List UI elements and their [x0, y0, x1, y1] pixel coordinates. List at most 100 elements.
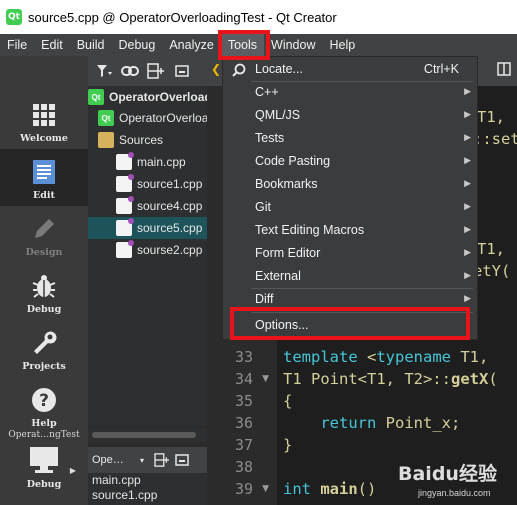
menu-edit[interactable]: Edit: [34, 34, 70, 56]
split-add-icon[interactable]: [146, 61, 166, 81]
mode-debug[interactable]: Debug: [0, 263, 88, 320]
kit-arrow-icon: ▶: [69, 466, 76, 475]
submenu-arrow-icon: ▶: [464, 270, 471, 280]
project-tree-scrollbar[interactable]: [88, 428, 207, 442]
kit-selector[interactable]: ▶ Debug: [0, 446, 88, 505]
submenu-arrow-icon: ▶: [464, 109, 471, 119]
mode-label: Design: [25, 247, 63, 258]
line-number: 35: [234, 392, 253, 410]
menu-file[interactable]: File: [0, 34, 34, 56]
scrollbar-thumb[interactable]: [92, 432, 196, 438]
open-documents-toolbar: Ope… ▾: [88, 447, 207, 473]
code-token: return: [320, 414, 377, 432]
fold-arrow-icon[interactable]: ▼: [262, 374, 269, 384]
mode-label: Projects: [22, 361, 66, 372]
search-icon: [232, 63, 246, 77]
tree-item-file-selected[interactable]: source5.cpp: [88, 217, 207, 239]
line-number: 39: [234, 480, 253, 498]
code-token: (: [488, 370, 498, 388]
submenu-arrow-icon: ▶: [464, 201, 471, 211]
kit-build-mode: Debug: [26, 479, 62, 490]
submenu-arrow-icon: ▶: [464, 86, 471, 96]
submenu-arrow-icon: ▶: [464, 132, 471, 142]
code-token: getX: [450, 370, 489, 388]
code-fragment: T1,: [477, 108, 505, 126]
tools-menu-item-git[interactable]: Git ▶: [223, 195, 477, 218]
tree-item-file[interactable]: source1.cpp: [88, 173, 207, 195]
menu-help[interactable]: Help: [322, 34, 362, 56]
code-token: typename: [376, 348, 451, 366]
mode-edit[interactable]: Edit: [0, 149, 88, 206]
open-document-item[interactable]: source1.cpp: [88, 488, 207, 503]
tree-item-file[interactable]: main.cpp: [88, 151, 207, 173]
menu-item-label: Locate...: [255, 61, 303, 76]
open-document-item[interactable]: main.cpp: [88, 473, 207, 488]
cpp-file-icon: [116, 218, 134, 236]
tools-menu-item-text-editing-macros[interactable]: Text Editing Macros ▶: [223, 218, 477, 241]
tree-item-pro-file[interactable]: Qt OperatorOverloadingTest.pro: [88, 107, 207, 129]
menu-item-shortcut: Ctrl+K: [423, 61, 459, 76]
code-token: }: [283, 436, 293, 454]
tools-menu-item-bookmarks[interactable]: Bookmarks ▶: [223, 172, 477, 195]
code-line: template <typename T1,: [283, 348, 488, 366]
link-icon[interactable]: [120, 61, 140, 81]
tools-menu-item-code-pasting[interactable]: Code Pasting ▶: [223, 149, 477, 172]
tools-menu-item-tests[interactable]: Tests ▶: [223, 126, 477, 149]
filter-icon[interactable]: [94, 61, 114, 81]
menu-item-label: Form Editor: [255, 245, 321, 260]
menu-item-label: Code Pasting: [255, 153, 331, 168]
menu-item-label: C++: [255, 84, 279, 99]
tree-item-sources[interactable]: Sources: [88, 129, 207, 151]
mode-design[interactable]: Design: [0, 206, 88, 263]
tree-item-label: sourse2.cpp: [137, 243, 203, 257]
code-fragment: T1,: [477, 240, 505, 258]
tools-menu-item-locate[interactable]: Locate... Ctrl+K: [223, 57, 477, 80]
mode-projects[interactable]: Projects: [0, 320, 88, 377]
mode-welcome[interactable]: Welcome: [0, 92, 88, 149]
tree-item-label: main.cpp: [137, 155, 186, 169]
tools-menu-item-form-editor[interactable]: Form Editor ▶: [223, 241, 477, 264]
submenu-arrow-icon: ▶: [464, 247, 471, 257]
tools-menu-item-external[interactable]: External ▶: [223, 264, 477, 287]
tree-item-label: source5.cpp: [137, 221, 203, 235]
tree-item-label: OperatorOverloadingTest: [109, 90, 207, 104]
qt-creator-logo-icon: Qt: [6, 9, 22, 25]
split-editor-icon[interactable]: [497, 62, 513, 78]
baidu-watermark: Baidu经验 jingyan.baidu.com: [398, 455, 517, 505]
split-add-icon[interactable]: [152, 450, 172, 470]
menu-debug[interactable]: Debug: [112, 34, 163, 56]
mode-label: Edit: [33, 190, 55, 201]
code-fragment: etY(: [473, 262, 511, 280]
code-fragment: ::set: [473, 130, 517, 148]
line-number: 37: [234, 436, 253, 454]
kit-project-label: Operat…ngTest: [8, 430, 80, 440]
tools-menu-item-qmljs[interactable]: QML/JS ▶: [223, 103, 477, 126]
project-pane-toolbar: [88, 56, 207, 86]
tree-item-project[interactable]: Qt OperatorOverloadingTest: [88, 86, 207, 108]
menu-window[interactable]: Window: [264, 34, 322, 56]
line-number: 33: [234, 348, 253, 366]
dropdown-arrow-icon[interactable]: ▾: [132, 450, 152, 470]
edit-document-icon: [29, 157, 59, 187]
tree-item-file[interactable]: source4.cpp: [88, 195, 207, 217]
close-pane-icon[interactable]: [172, 61, 192, 81]
menu-item-label: External: [255, 268, 301, 283]
cpp-file-icon: [116, 196, 134, 214]
menu-item-label: Bookmarks: [255, 176, 318, 191]
fold-arrow-icon[interactable]: ▼: [262, 484, 269, 494]
tree-item-file[interactable]: sourse2.cpp: [88, 239, 207, 261]
code-line: int main(): [283, 480, 376, 498]
tree-item-label: OperatorOverloadingTest.pro: [119, 111, 207, 125]
project-tree: Qt OperatorOverloadingTest Qt OperatorOv…: [88, 86, 207, 426]
open-documents-combo[interactable]: Ope…: [92, 454, 132, 466]
code-line: return Point_x;: [283, 414, 460, 432]
mode-help[interactable]: ? Help: [0, 377, 88, 434]
mode-label: Debug: [26, 304, 62, 315]
menu-build[interactable]: Build: [70, 34, 112, 56]
close-pane-icon[interactable]: [172, 450, 192, 470]
line-number: 38: [234, 458, 253, 476]
folder-icon: [98, 132, 114, 148]
navigate-back-icon[interactable]: ❮: [211, 62, 221, 76]
tools-menu-item-cpp[interactable]: C++ ▶: [223, 80, 477, 103]
menu-analyze[interactable]: Analyze: [162, 34, 220, 56]
